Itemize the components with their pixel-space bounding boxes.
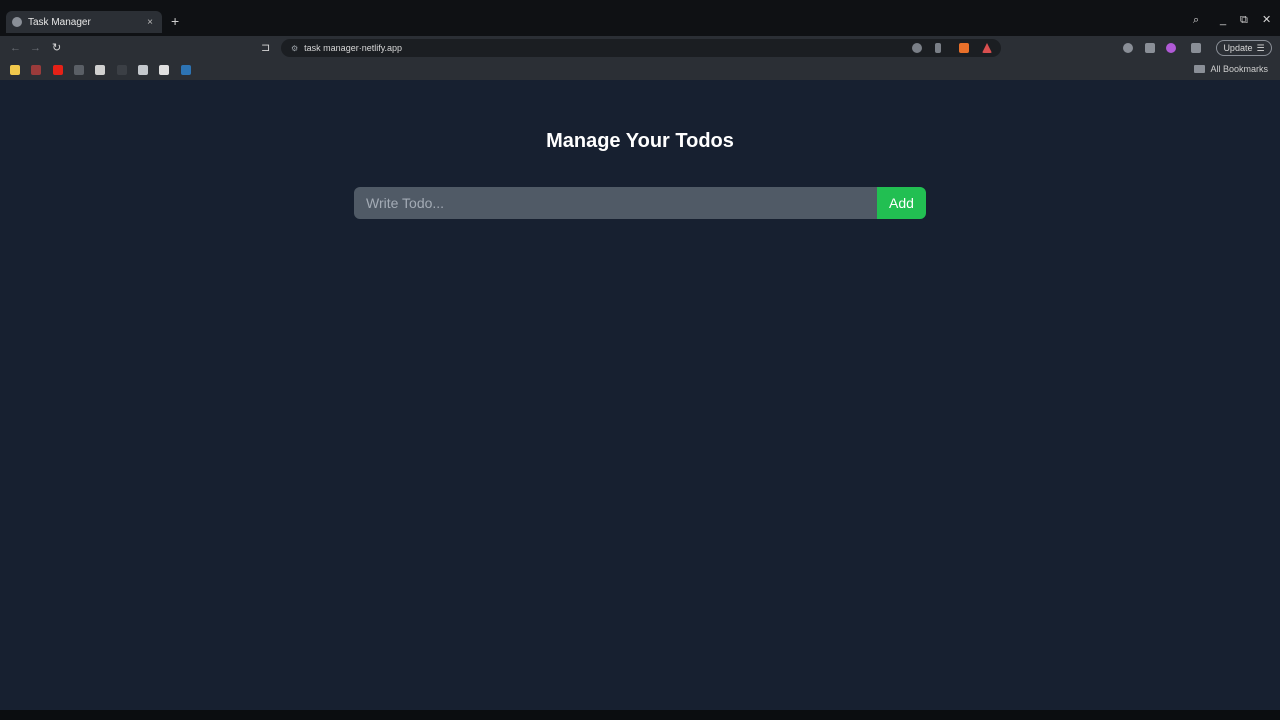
tab-title: Task Manager xyxy=(28,16,91,28)
todo-form: Add xyxy=(354,187,926,219)
back-icon[interactable]: ← xyxy=(10,41,21,55)
browser-window: Task Manager × + ⌕ _ ⧉ ✕ ← → ↻ ⊐ ⚙ task … xyxy=(0,0,1280,720)
menu-icon: ☰ xyxy=(1256,42,1265,53)
site-info-icon[interactable]: ⚙ xyxy=(291,44,298,53)
tab-close-icon[interactable]: × xyxy=(144,17,156,28)
github-bookmark-icon[interactable] xyxy=(95,65,105,75)
tab-strip: Task Manager × + ⌕ _ ⧉ ✕ xyxy=(0,0,1280,36)
sidebar-icon[interactable] xyxy=(1145,43,1155,53)
reload-icon[interactable]: ↻ xyxy=(52,41,61,55)
update-label: Update xyxy=(1223,43,1253,53)
restore-icon[interactable]: ⧉ xyxy=(1240,14,1248,26)
update-button[interactable]: Update ☰ xyxy=(1216,40,1272,56)
site-bookmark-icon[interactable] xyxy=(138,65,148,75)
share-icon[interactable] xyxy=(935,43,941,53)
linkedin-bookmark-icon[interactable] xyxy=(181,65,191,75)
address-bar[interactable]: ⚙ task manager·netlify.app xyxy=(281,39,1001,57)
extension-icon[interactable] xyxy=(1166,43,1176,53)
new-tab-button[interactable]: + xyxy=(171,14,179,28)
forward-icon[interactable]: → xyxy=(30,41,41,55)
add-button[interactable]: Add xyxy=(877,187,926,219)
sync-icon[interactable] xyxy=(1123,43,1133,53)
page-content: Manage Your Todos Add xyxy=(0,80,1280,710)
site-bookmark-icon[interactable] xyxy=(117,65,127,75)
browser-toolbar: ← → ↻ ⊐ ⚙ task manager·netlify.app Updat… xyxy=(0,36,1280,60)
url-text: task manager·netlify.app xyxy=(304,43,403,53)
globe-icon xyxy=(12,17,22,27)
tab-search-icon[interactable]: ⌕ xyxy=(1193,14,1199,26)
bottom-edge xyxy=(0,710,1280,720)
todo-input[interactable] xyxy=(354,187,877,219)
tab-task-manager[interactable]: Task Manager × xyxy=(6,11,162,33)
youtube-bookmark-icon[interactable] xyxy=(53,65,63,75)
wallet-icon[interactable] xyxy=(1191,43,1201,53)
gmail-bookmark-icon[interactable] xyxy=(31,65,41,75)
all-bookmarks-label: All Bookmarks xyxy=(1210,64,1268,74)
bookmarks-bar: All Bookmarks xyxy=(0,60,1280,80)
page-title: Manage Your Todos xyxy=(546,130,734,152)
brave-shield-icon[interactable] xyxy=(959,43,969,53)
close-window-icon[interactable]: ✕ xyxy=(1262,14,1271,26)
maps-bookmark-icon[interactable] xyxy=(10,65,20,75)
folder-icon xyxy=(1194,65,1206,73)
x-bookmark-icon[interactable] xyxy=(159,65,169,75)
all-bookmarks-button[interactable]: All Bookmarks xyxy=(1194,64,1268,74)
bookmark-page-icon[interactable]: ⊐ xyxy=(261,41,270,55)
translate-icon[interactable] xyxy=(912,43,922,53)
minimize-icon[interactable]: _ xyxy=(1220,14,1226,26)
site-bookmark-icon[interactable] xyxy=(74,65,84,75)
